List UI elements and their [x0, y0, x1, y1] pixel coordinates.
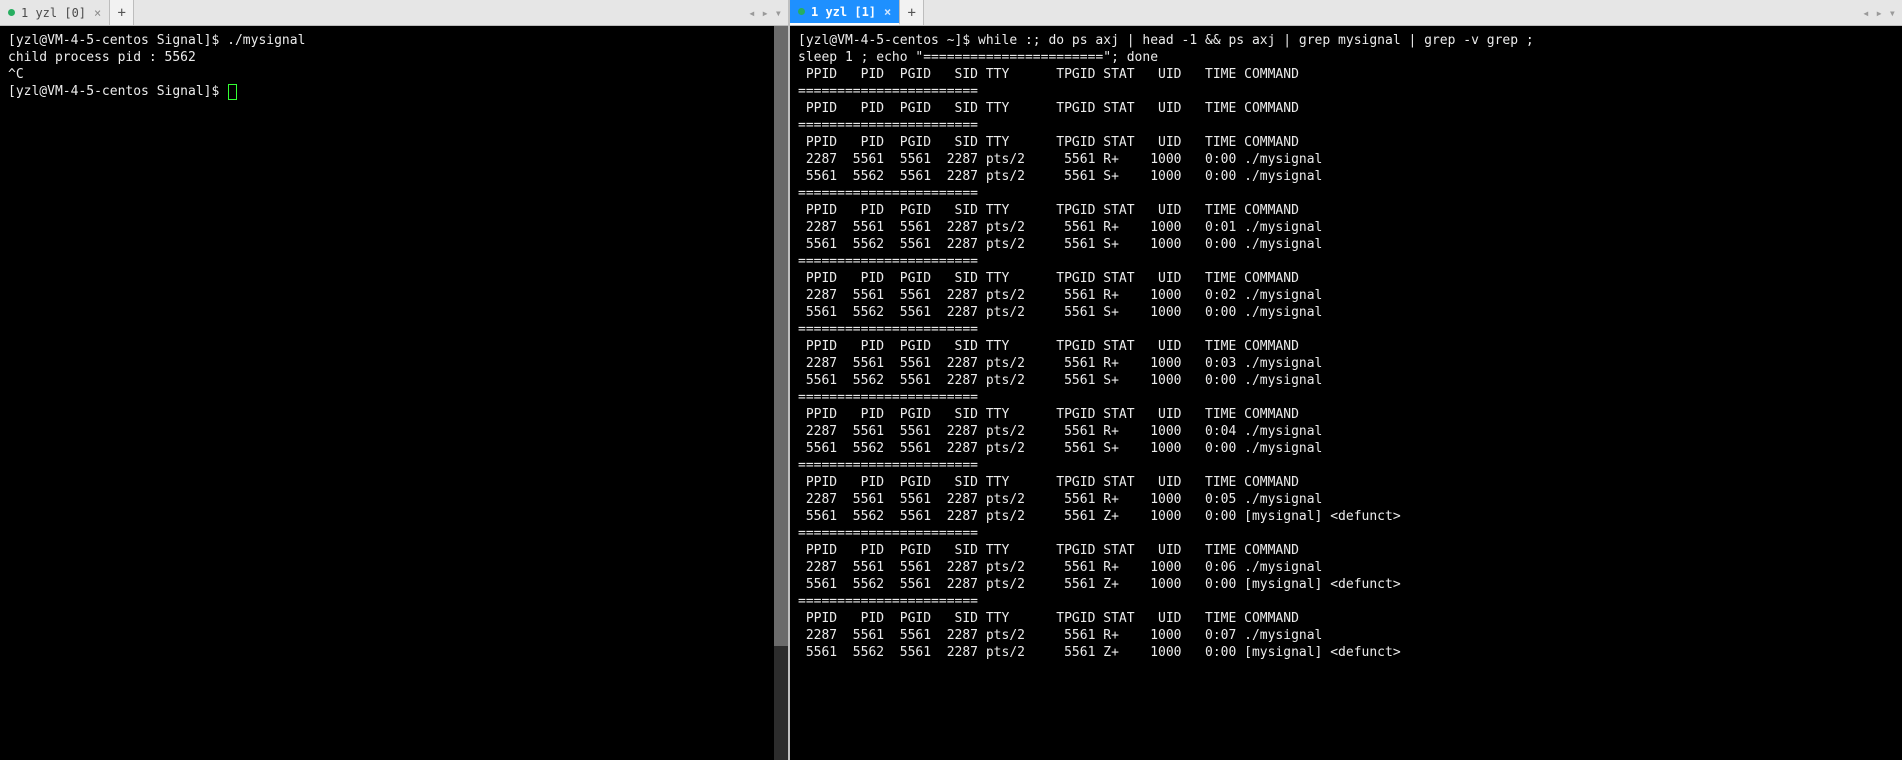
- tabbar-right: 1 yzl [1] × + ◂ ▸ ▾: [790, 0, 1902, 26]
- terminal-right[interactable]: [yzl@VM-4-5-centos ~]$ while :; do ps ax…: [790, 26, 1888, 760]
- tabbar-nav-right: ◂ ▸ ▾: [1856, 0, 1902, 25]
- new-tab-button[interactable]: +: [110, 0, 134, 25]
- close-icon[interactable]: ×: [884, 5, 891, 19]
- status-dot-icon: [8, 9, 15, 16]
- terminal-wrap-left: [yzl@VM-4-5-centos Signal]$ ./mysignal c…: [0, 26, 788, 760]
- tabnav-menu-icon[interactable]: ▾: [775, 6, 782, 20]
- tab-right-0[interactable]: 1 yzl [1] ×: [790, 0, 900, 25]
- terminal-left[interactable]: [yzl@VM-4-5-centos Signal]$ ./mysignal c…: [0, 26, 774, 760]
- tabbar-nav-left: ◂ ▸ ▾: [742, 0, 788, 25]
- tabbar-left: 1 yzl [0] × + ◂ ▸ ▾: [0, 0, 788, 26]
- status-dot-icon: [798, 8, 805, 15]
- cursor: [229, 85, 236, 99]
- tabnav-prev-icon[interactable]: ◂: [1862, 6, 1869, 20]
- tabnav-menu-icon[interactable]: ▾: [1889, 6, 1896, 20]
- tab-left-0[interactable]: 1 yzl [0] ×: [0, 0, 110, 25]
- pane-left: 1 yzl [0] × + ◂ ▸ ▾ [yzl@VM-4-5-centos S…: [0, 0, 790, 760]
- tabnav-prev-icon[interactable]: ◂: [748, 6, 755, 20]
- tabnav-next-icon[interactable]: ▸: [1876, 6, 1883, 20]
- close-icon[interactable]: ×: [94, 6, 101, 20]
- tabnav-next-icon[interactable]: ▸: [762, 6, 769, 20]
- scrollbar-right[interactable]: [1888, 26, 1902, 760]
- scrollbar-left[interactable]: [774, 26, 788, 760]
- tabbar-spacer: [134, 0, 742, 25]
- tab-label: 1 yzl [0]: [21, 6, 86, 20]
- pane-right: 1 yzl [1] × + ◂ ▸ ▾ [yzl@VM-4-5-centos ~…: [790, 0, 1902, 760]
- tabbar-spacer: [924, 0, 1856, 25]
- terminal-wrap-right: [yzl@VM-4-5-centos ~]$ while :; do ps ax…: [790, 26, 1902, 760]
- tab-label: 1 yzl [1]: [811, 5, 876, 19]
- new-tab-button[interactable]: +: [900, 0, 924, 25]
- scrollbar-thumb[interactable]: [774, 26, 788, 646]
